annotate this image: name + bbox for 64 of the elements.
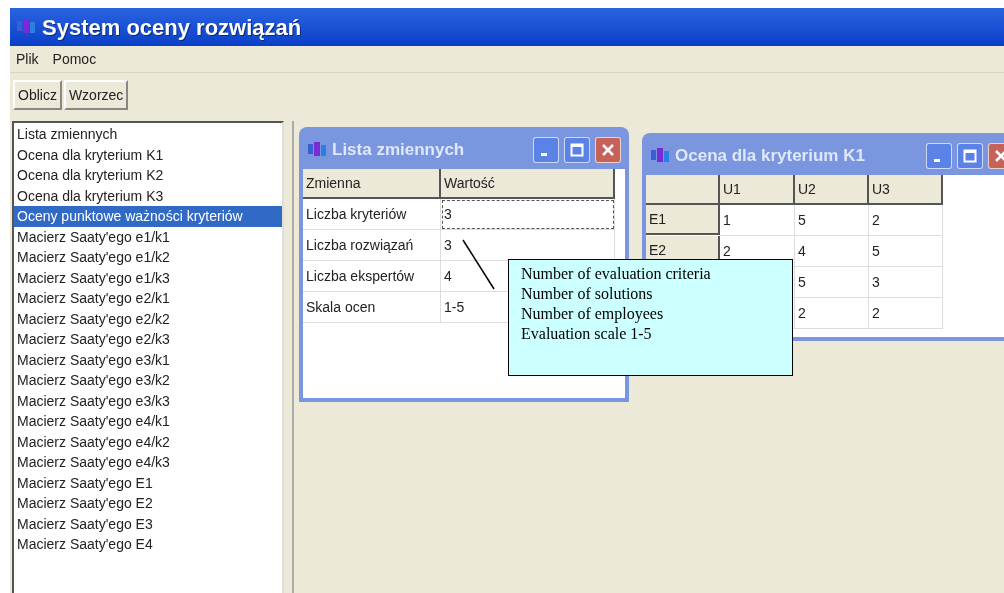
list-item[interactable]: Macierz Saaty'ego e3/k2 [14,370,282,391]
list-item[interactable]: Macierz Saaty'ego e4/k1 [14,411,282,432]
minimize-icon [540,152,547,156]
menu-item[interactable]: Pomoc [52,48,97,70]
list-item[interactable]: Ocena dla kryterium K1 [14,144,282,165]
list-item[interactable]: Macierz Saaty'ego e1/k1 [14,226,282,247]
toolbar-button[interactable]: Oblicz [13,80,62,110]
table-cell: 2 [869,205,943,236]
table-cell: 1 [720,205,795,236]
table-cell: Skala ocen [303,292,441,323]
list-item[interactable]: Macierz Saaty'ego E1 [14,472,282,493]
window-title: Lista zmiennych [332,139,465,162]
list-item[interactable]: Macierz Saaty'ego e4/k3 [14,452,282,473]
leader-line [462,239,496,291]
maximize-button[interactable] [957,143,983,169]
table-cell: 2 [869,298,943,329]
list-item[interactable]: Macierz Saaty'ego E4 [14,534,282,555]
list-item[interactable]: Ocena dla kryterium K2 [14,165,282,186]
close-button[interactable] [595,137,621,163]
table-cell: 2 [795,298,869,329]
callout-text: Evaluation scale 1-5 [521,324,653,344]
list-item[interactable]: Macierz Saaty'ego e1/k3 [14,267,282,288]
row-header: E1 [646,205,720,235]
maximize-button[interactable] [564,137,590,163]
list-item[interactable]: Macierz Saaty'ego e1/k2 [14,247,282,268]
minimize-icon [933,158,940,162]
table-cell: 5 [795,205,869,236]
column-header: U3 [869,175,943,205]
list-item[interactable]: Macierz Saaty'ego e2/k3 [14,329,282,350]
table-cell: 3 [441,199,615,230]
close-icon [994,149,1004,163]
window-title: Ocena dla kryterium K1 [675,145,865,168]
column-header: Zmienna [303,169,441,199]
toolbar-button[interactable]: Wzorzec [63,80,129,110]
maximize-icon [570,143,584,157]
list-item[interactable]: Macierz Saaty'ego e3/k3 [14,390,282,411]
table-cell: Liczba rozwiązań [303,230,441,261]
table-cell: 3 [869,267,943,298]
maximize-icon [963,149,977,163]
column-header: U1 [720,175,795,205]
table-cell: 5 [795,267,869,298]
minimize-button[interactable] [533,137,559,163]
table-cell: 4 [795,236,869,267]
list-item[interactable]: Lista zmiennych [14,124,282,145]
table-cell: 5 [869,236,943,267]
list-item[interactable]: Ocena dla kryterium K3 [14,185,282,206]
close-icon [601,143,615,157]
list-item[interactable]: Macierz Saaty'ego e2/k1 [14,288,282,309]
table-cell: Liczba ekspertów [303,261,441,292]
list-item[interactable]: Macierz Saaty'ego E2 [14,493,282,514]
list-item[interactable]: Macierz Saaty'ego E3 [14,513,282,534]
list-item[interactable]: Macierz Saaty'ego e2/k2 [14,308,282,329]
column-header: U2 [795,175,869,205]
table-cell: Liczba kryteriów [303,199,441,230]
list-item[interactable]: Macierz Saaty'ego e3/k1 [14,349,282,370]
minimize-button[interactable] [926,143,952,169]
list-item[interactable]: Oceny punktowe ważności kryteriów [14,206,282,227]
menu-item[interactable]: Plik [16,48,39,70]
app-icon [650,147,670,165]
app-icon [307,141,327,159]
window-title: System oceny rozwiązań [42,13,302,42]
list-item[interactable]: Macierz Saaty'ego e4/k2 [14,431,282,452]
app-icon [16,18,36,36]
column-header: Wartość [441,169,615,199]
